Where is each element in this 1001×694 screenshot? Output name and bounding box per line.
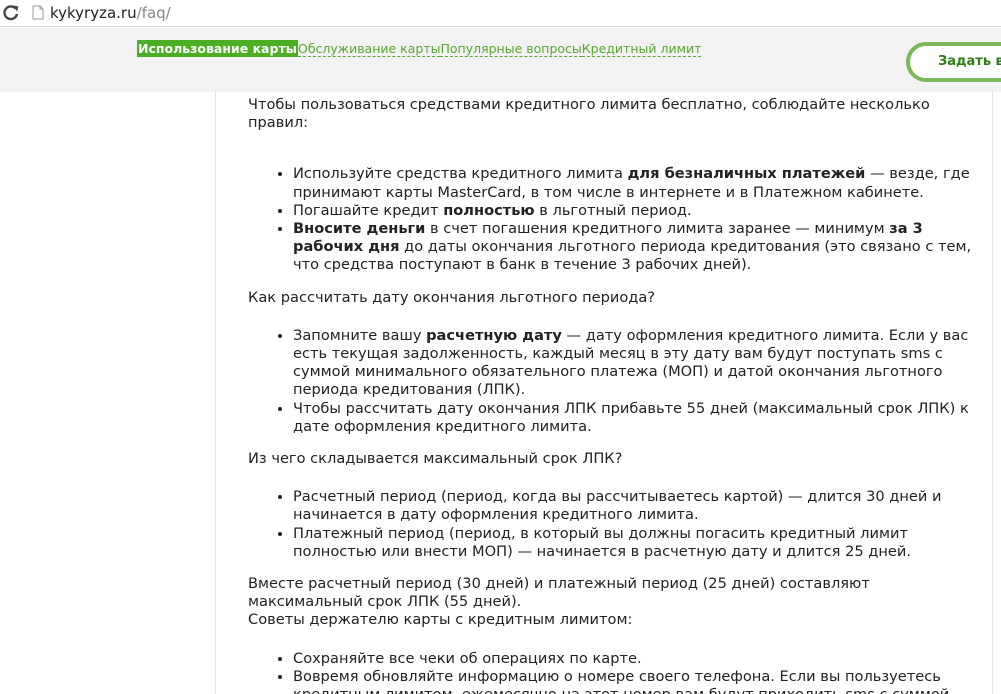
url-path: /faq/ bbox=[136, 4, 171, 22]
intro-text: Чтобы пользоваться средствами кредитного… bbox=[248, 96, 930, 132]
tab-card-usage[interactable]: Использование карты bbox=[137, 40, 298, 57]
tab-popular-questions[interactable]: Популярные вопросы bbox=[440, 40, 582, 57]
list-item: Используйте средства кредитного лимита д… bbox=[293, 165, 973, 201]
address-bar: kykyryza.ru/faq/ bbox=[0, 0, 1001, 27]
q1-list: Запомните вашу расчетную дату — дату офо… bbox=[248, 327, 973, 436]
list-item: Вовремя обновляйте информацию о номере с… bbox=[293, 668, 973, 694]
site-header: Использование картыОбслуживание картыПоп… bbox=[0, 28, 1001, 92]
q2-list: Расчетный период (период, когда вы рассч… bbox=[248, 488, 973, 561]
tips-heading: Советы держателю карты с кредитным лимит… bbox=[248, 611, 633, 629]
list-item: Расчетный период (период, когда вы рассч… bbox=[293, 488, 973, 524]
tab-credit-limit[interactable]: Кредитный лимит bbox=[581, 40, 702, 57]
page-icon bbox=[32, 5, 44, 20]
list-item: Сохраняйте все чеки об операциях по карт… bbox=[293, 650, 973, 668]
list-item: Запомните вашу расчетную дату — дату офо… bbox=[293, 327, 973, 400]
tab-card-service[interactable]: Обслуживание карты bbox=[298, 40, 441, 57]
url-host: kykyryza.ru bbox=[50, 4, 137, 22]
list-item: Платежный период (период, в который вы д… bbox=[293, 525, 973, 561]
summary-text: Вместе расчетный период (30 дней) и плат… bbox=[248, 575, 870, 611]
list-item: Погашайте кредит полностью в льготный пе… bbox=[293, 202, 973, 220]
list-item: Чтобы рассчитать дату окончания ЛПК приб… bbox=[293, 400, 973, 436]
tips-list: Сохраняйте все чеки об операциях по карт… bbox=[248, 650, 973, 694]
url-field[interactable]: kykyryza.ru/faq/ bbox=[50, 3, 171, 23]
faq-article: Чтобы пользоваться средствами кредитного… bbox=[248, 96, 973, 694]
faq-tabs: Использование картыОбслуживание картыПоп… bbox=[137, 40, 702, 58]
question-heading: Как рассчитать дату окончания льготного … bbox=[248, 288, 656, 306]
reload-icon[interactable] bbox=[2, 4, 20, 22]
list-item: Вносите деньги в счет погашения кредитно… bbox=[293, 220, 973, 275]
ask-question-button[interactable]: Задать в bbox=[906, 42, 1001, 82]
rules-list: Используйте средства кредитного лимита д… bbox=[248, 165, 973, 274]
question-heading: Из чего складывается максимальный срок Л… bbox=[248, 450, 623, 468]
